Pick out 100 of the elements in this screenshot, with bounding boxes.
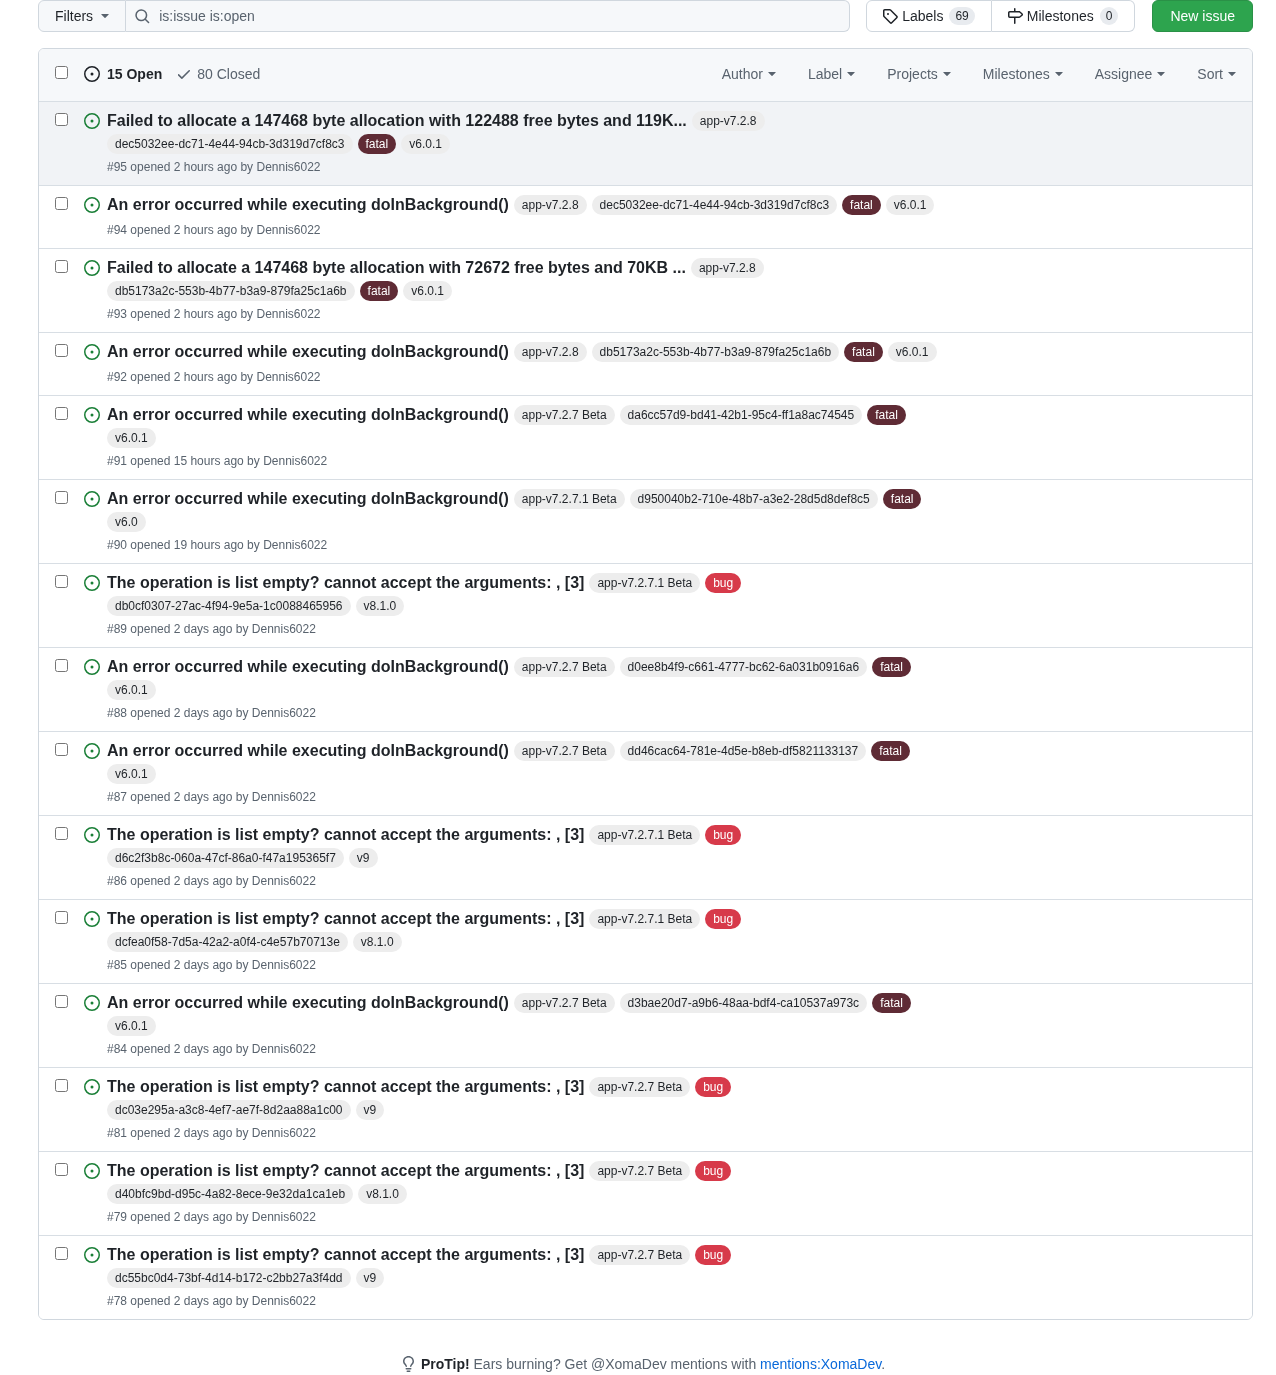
author-link[interactable]: Dennis6022 bbox=[251, 1126, 316, 1140]
author-link[interactable]: Dennis6022 bbox=[251, 874, 316, 888]
issue-label[interactable]: dcfea0f58-7d5a-42a2-a0f4-c4e57b70713e bbox=[107, 932, 348, 952]
issue-label[interactable]: bug bbox=[695, 1245, 732, 1265]
issue-label[interactable]: v6.0.1 bbox=[401, 134, 450, 154]
issue-label[interactable]: app-v7.2.7 Beta bbox=[589, 1245, 691, 1265]
issue-title-link[interactable]: The operation is list empty? cannot accept the arguments: , [3] bbox=[107, 571, 585, 595]
filter-dropdown[interactable]: Projects bbox=[871, 64, 967, 84]
author-link[interactable]: Dennis6022 bbox=[251, 1210, 316, 1224]
author-link[interactable]: Dennis6022 bbox=[256, 307, 321, 321]
issue-title-link[interactable]: An error occurred while executing doInBackground() bbox=[107, 655, 509, 679]
issue-label[interactable]: app-v7.2.7 Beta bbox=[513, 657, 615, 677]
author-link[interactable]: Dennis6022 bbox=[251, 706, 316, 720]
issue-label[interactable]: fatal bbox=[844, 342, 883, 362]
issue-checkbox[interactable] bbox=[55, 344, 68, 357]
issue-checkbox[interactable] bbox=[55, 407, 68, 420]
author-link[interactable]: Dennis6022 bbox=[256, 370, 321, 384]
author-link[interactable]: Dennis6022 bbox=[251, 1294, 316, 1308]
issue-label[interactable]: dd46cac64-781e-4d5e-b8eb-df5821133137 bbox=[619, 741, 867, 761]
issue-checkbox[interactable] bbox=[55, 743, 68, 756]
issue-label[interactable]: d950040b2-710e-48b7-a3e2-28d5d8def8c5 bbox=[629, 489, 878, 509]
issue-label[interactable]: bug bbox=[705, 825, 742, 845]
issue-label[interactable]: v9 bbox=[348, 848, 378, 868]
issue-title-link[interactable]: The operation is list empty? cannot accept the arguments: , [3] bbox=[107, 823, 585, 847]
issue-label[interactable]: app-v7.2.8 bbox=[690, 258, 764, 278]
issue-label[interactable]: app-v7.2.8 bbox=[513, 195, 587, 215]
issue-label[interactable]: v6.0 bbox=[107, 512, 146, 532]
issue-title-link[interactable]: Failed to allocate a 147468 byte allocation with 72672 free bytes and 70KB ... bbox=[107, 256, 686, 280]
issue-checkbox[interactable] bbox=[55, 827, 68, 840]
issue-label[interactable]: d0ee8b4f9-c661-4777-bc62-6a031b0916a6 bbox=[619, 657, 868, 677]
issue-label[interactable]: v8.1.0 bbox=[352, 932, 402, 952]
issue-label[interactable]: app-v7.2.7 Beta bbox=[513, 405, 615, 425]
filter-dropdown[interactable]: Author bbox=[705, 64, 792, 84]
issue-checkbox[interactable] bbox=[55, 113, 68, 126]
issue-label[interactable]: d6c2f3b8c-060a-47cf-86a0-f47a195365f7 bbox=[107, 848, 344, 868]
issue-label[interactable]: app-v7.2.7.1 Beta bbox=[589, 909, 701, 929]
issue-label[interactable]: da6cc57d9-bd41-42b1-95c4-ff1a8ac74545 bbox=[619, 405, 863, 425]
issue-label[interactable]: v6.0.1 bbox=[403, 281, 452, 301]
issue-checkbox[interactable] bbox=[55, 995, 68, 1008]
issue-label[interactable]: dc03e295a-a3c8-4ef7-ae7f-8d2aa88a1c00 bbox=[107, 1100, 351, 1120]
issue-label[interactable]: app-v7.2.7 Beta bbox=[513, 741, 615, 761]
author-link[interactable]: Dennis6022 bbox=[251, 622, 316, 636]
issue-checkbox[interactable] bbox=[55, 659, 68, 672]
issue-label[interactable]: v9 bbox=[355, 1100, 385, 1120]
issue-label[interactable]: v6.0.1 bbox=[107, 680, 156, 700]
milestones-button[interactable]: Milestones 0 bbox=[991, 0, 1136, 32]
issue-label[interactable]: v6.0.1 bbox=[107, 428, 156, 448]
issue-label[interactable]: bug bbox=[695, 1077, 732, 1097]
select-all-checkbox[interactable] bbox=[55, 65, 68, 79]
issue-label[interactable]: v6.0.1 bbox=[107, 1016, 156, 1036]
issue-title-link[interactable]: The operation is list empty? cannot accept the arguments: , [3] bbox=[107, 1159, 585, 1183]
issue-label[interactable]: db0cf0307-27ac-4f94-9e5a-1c0088465956 bbox=[107, 596, 351, 616]
issue-title-link[interactable]: An error occurred while executing doInBackground() bbox=[107, 487, 509, 511]
author-link[interactable]: Dennis6022 bbox=[256, 223, 321, 237]
issue-checkbox[interactable] bbox=[55, 575, 68, 588]
issue-label[interactable]: fatal bbox=[872, 657, 911, 677]
issue-title-link[interactable]: An error occurred while executing doInBackground() bbox=[107, 193, 509, 217]
issue-label[interactable]: db5173a2c-553b-4b77-b3a9-879fa25c1a6b bbox=[107, 281, 355, 301]
issue-label[interactable]: app-v7.2.7.1 Beta bbox=[589, 825, 701, 845]
issue-label[interactable]: app-v7.2.7 Beta bbox=[513, 993, 615, 1013]
filter-dropdown[interactable]: Sort bbox=[1181, 64, 1236, 84]
filters-button[interactable]: Filters bbox=[38, 0, 127, 32]
issue-label[interactable]: app-v7.2.7.1 Beta bbox=[513, 489, 625, 509]
author-link[interactable]: Dennis6022 bbox=[256, 160, 321, 174]
author-link[interactable]: Dennis6022 bbox=[251, 1042, 316, 1056]
issue-label[interactable]: v8.1.0 bbox=[358, 1184, 407, 1204]
issue-checkbox[interactable] bbox=[55, 197, 68, 210]
issue-title-link[interactable]: An error occurred while executing doInBackground() bbox=[107, 340, 509, 364]
issue-checkbox[interactable] bbox=[55, 260, 68, 273]
issue-checkbox[interactable] bbox=[55, 1079, 68, 1092]
issue-label[interactable]: fatal bbox=[357, 134, 397, 154]
author-link[interactable]: Dennis6022 bbox=[263, 538, 328, 552]
issue-label[interactable]: fatal bbox=[867, 405, 906, 425]
labels-button[interactable]: Labels 69 bbox=[866, 0, 992, 32]
issue-label[interactable]: fatal bbox=[872, 993, 911, 1013]
issue-label[interactable]: fatal bbox=[842, 195, 881, 215]
issue-checkbox[interactable] bbox=[55, 491, 68, 504]
issue-label[interactable]: v6.0.1 bbox=[887, 342, 937, 362]
issue-label[interactable]: app-v7.2.7 Beta bbox=[589, 1161, 691, 1181]
issue-label[interactable]: bug bbox=[705, 573, 742, 593]
issue-label[interactable]: bug bbox=[695, 1161, 732, 1181]
issue-label[interactable]: d3bae20d7-a9b6-48aa-bdf4-ca10537a973c bbox=[619, 993, 868, 1013]
filter-dropdown[interactable]: Label bbox=[791, 64, 872, 84]
issue-label[interactable]: v8.1.0 bbox=[355, 596, 405, 616]
issue-label[interactable]: app-v7.2.8 bbox=[513, 342, 587, 362]
issue-checkbox[interactable] bbox=[55, 1247, 68, 1260]
issue-label[interactable]: app-v7.2.8 bbox=[691, 111, 765, 131]
issue-label[interactable]: v6.0.1 bbox=[885, 195, 935, 215]
filter-dropdown[interactable]: Assignee bbox=[1078, 64, 1182, 84]
issue-label[interactable]: fatal bbox=[882, 489, 922, 509]
author-link[interactable]: Dennis6022 bbox=[251, 958, 316, 972]
issue-checkbox[interactable] bbox=[55, 1163, 68, 1176]
issue-title-link[interactable]: An error occurred while executing doInBackground() bbox=[107, 991, 509, 1015]
issue-title-link[interactable]: Failed to allocate a 147468 byte allocation with 122488 free bytes and 119K... bbox=[107, 109, 687, 133]
issue-label[interactable]: d40bfc9bd-d95c-4a82-8ece-9e32da1ca1eb bbox=[107, 1184, 354, 1204]
issue-title-link[interactable]: The operation is list empty? cannot accept the arguments: , [3] bbox=[107, 1243, 585, 1267]
issue-label[interactable]: dec5032ee-dc71-4e44-94cb-3d319d7cf8c3 bbox=[591, 195, 838, 215]
issue-title-link[interactable]: The operation is list empty? cannot accept the arguments: , [3] bbox=[107, 1075, 585, 1099]
author-link[interactable]: Dennis6022 bbox=[263, 454, 328, 468]
author-link[interactable]: Dennis6022 bbox=[251, 790, 316, 804]
